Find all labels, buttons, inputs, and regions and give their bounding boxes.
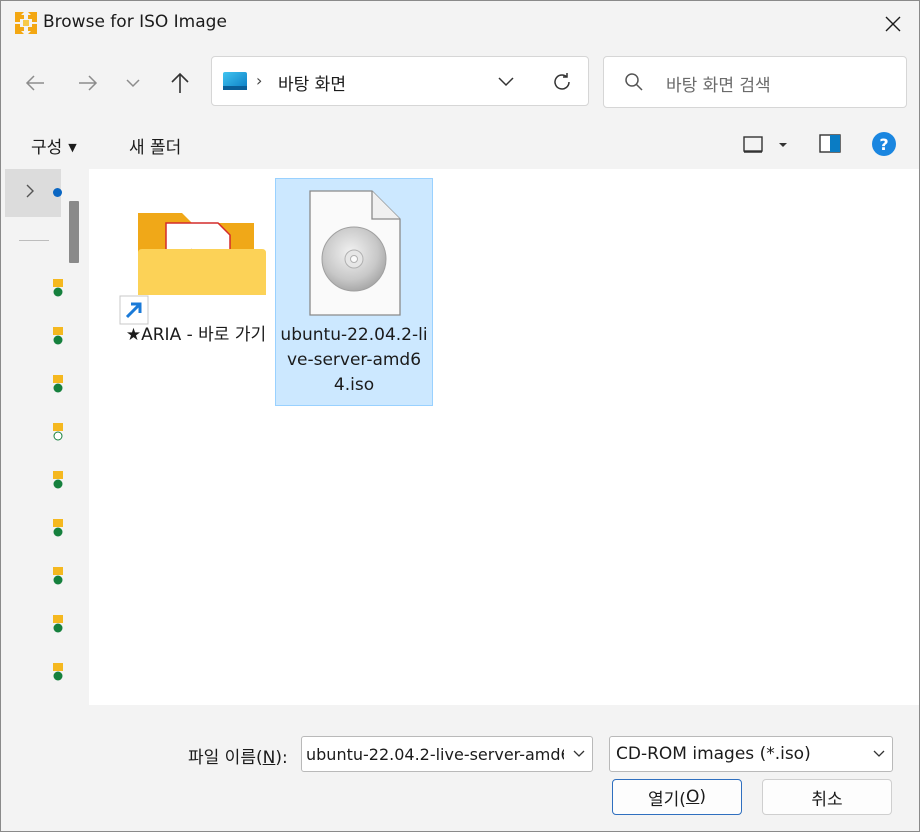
search-placeholder: 바탕 화면 검색 <box>666 76 771 96</box>
address-dropdown-button[interactable] <box>494 70 518 94</box>
back-arrow-icon <box>25 75 44 91</box>
close-icon <box>885 16 901 32</box>
refresh-icon <box>554 73 570 90</box>
recent-locations-button[interactable] <box>117 67 149 99</box>
cancel-button[interactable]: 취소 <box>762 779 892 815</box>
file-item-folder-shortcut[interactable]: ★ARIA - 바로 가기 <box>117 179 275 379</box>
nav-folder-synced-icon[interactable] <box>53 663 63 681</box>
preview-pane-button[interactable] <box>819 133 841 155</box>
navigation-bar: › 바탕 화면 바탕 화면 검색 <box>1 45 919 121</box>
filename-combobox[interactable] <box>301 736 593 772</box>
file-dialog: Browse for ISO Image › 바탕 화면 바탕 화면 검색 구성… <box>0 0 920 832</box>
open-button[interactable]: 열기(O) <box>612 779 742 815</box>
up-arrow-icon <box>171 72 189 93</box>
open-label-suffix: ) <box>699 787 706 807</box>
forward-arrow-icon <box>79 75 98 91</box>
navigation-pane <box>1 169 89 705</box>
address-bar[interactable]: › 바탕 화면 <box>211 56 589 106</box>
nav-folder-synced-icon[interactable] <box>53 567 63 585</box>
filename-label-prefix: 파일 이름( <box>188 748 263 768</box>
nav-divider <box>19 240 49 241</box>
filename-label: 파일 이름(N): <box>188 743 288 768</box>
search-box[interactable]: 바탕 화면 검색 <box>603 56 907 108</box>
organize-label: 구성 <box>31 138 63 158</box>
preview-pane-icon <box>819 134 841 153</box>
forward-button[interactable] <box>72 67 104 99</box>
change-view-button[interactable] <box>743 134 793 156</box>
chevron-down-icon <box>873 750 885 757</box>
nav-folder-synced-icon[interactable] <box>53 471 63 489</box>
nav-folder-synced-icon[interactable] <box>53 279 63 297</box>
disc-file-icon <box>309 190 401 316</box>
file-type-value: CD-ROM images (*.iso) <box>616 744 811 764</box>
file-type-select[interactable]: CD-ROM images (*.iso) <box>609 736 893 772</box>
chevron-down-icon <box>498 77 514 87</box>
help-icon: ? <box>872 132 896 156</box>
recent-chevron-icon <box>126 78 140 87</box>
nav-folder-available-icon[interactable] <box>53 423 63 441</box>
open-label-prefix: 열기( <box>648 789 686 810</box>
address-separator: › <box>256 71 263 90</box>
help-button[interactable]: ? <box>871 131 897 157</box>
nav-folder-synced-icon[interactable] <box>53 327 63 345</box>
chevron-down-icon <box>573 750 585 757</box>
new-folder-button[interactable]: 새 폴더 <box>129 133 181 158</box>
window-title: Browse for ISO Image <box>43 12 227 32</box>
app-icon <box>15 12 37 34</box>
filename-label-suffix: ): <box>275 748 288 768</box>
file-name: ★ARIA - 바로 가기 <box>125 325 267 345</box>
file-type-dropdown-button[interactable] <box>870 745 888 763</box>
close-button[interactable] <box>873 9 913 39</box>
title-bar: Browse for ISO Image <box>1 1 919 45</box>
expand-chevron-icon <box>26 184 34 198</box>
search-icon <box>625 73 643 91</box>
filename-label-accel: N <box>262 748 276 768</box>
dialog-footer: 파일 이름(N): CD-ROM images (*.iso) 열기(O) 취소 <box>1 705 919 831</box>
file-list: ★ARIA - 바로 가기 ubuntu-22.04.2-live-server… <box>89 169 919 705</box>
filename-dropdown-button[interactable] <box>570 745 588 763</box>
nav-folder-synced-icon[interactable] <box>53 519 63 537</box>
caret-down-icon: ▼ <box>68 141 77 154</box>
nav-folder-synced-icon[interactable] <box>53 375 63 393</box>
svg-text:?: ? <box>879 135 888 154</box>
open-label-accel: O <box>685 787 700 807</box>
command-bar: 구성 ▼ 새 폴더 ? <box>1 121 919 170</box>
folder-icon <box>138 213 266 295</box>
shortcut-arrow-icon <box>119 295 149 325</box>
view-icon <box>743 136 787 153</box>
address-path[interactable]: 바탕 화면 <box>278 70 346 95</box>
back-button[interactable] <box>19 67 51 99</box>
refresh-button[interactable] <box>548 69 576 95</box>
organize-button[interactable]: 구성 ▼ <box>31 133 77 158</box>
file-name: ubuntu-22.04.2-live-server-amd64.iso <box>280 325 428 395</box>
nav-folder-synced-icon[interactable] <box>53 615 63 633</box>
desktop-icon <box>223 72 247 90</box>
nav-scrollbar-thumb[interactable] <box>69 201 79 263</box>
nav-item-icon <box>53 188 62 197</box>
filename-input[interactable] <box>306 741 564 767</box>
file-item-iso[interactable]: ubuntu-22.04.2-live-server-amd64.iso <box>275 178 433 406</box>
up-button[interactable] <box>164 67 196 99</box>
